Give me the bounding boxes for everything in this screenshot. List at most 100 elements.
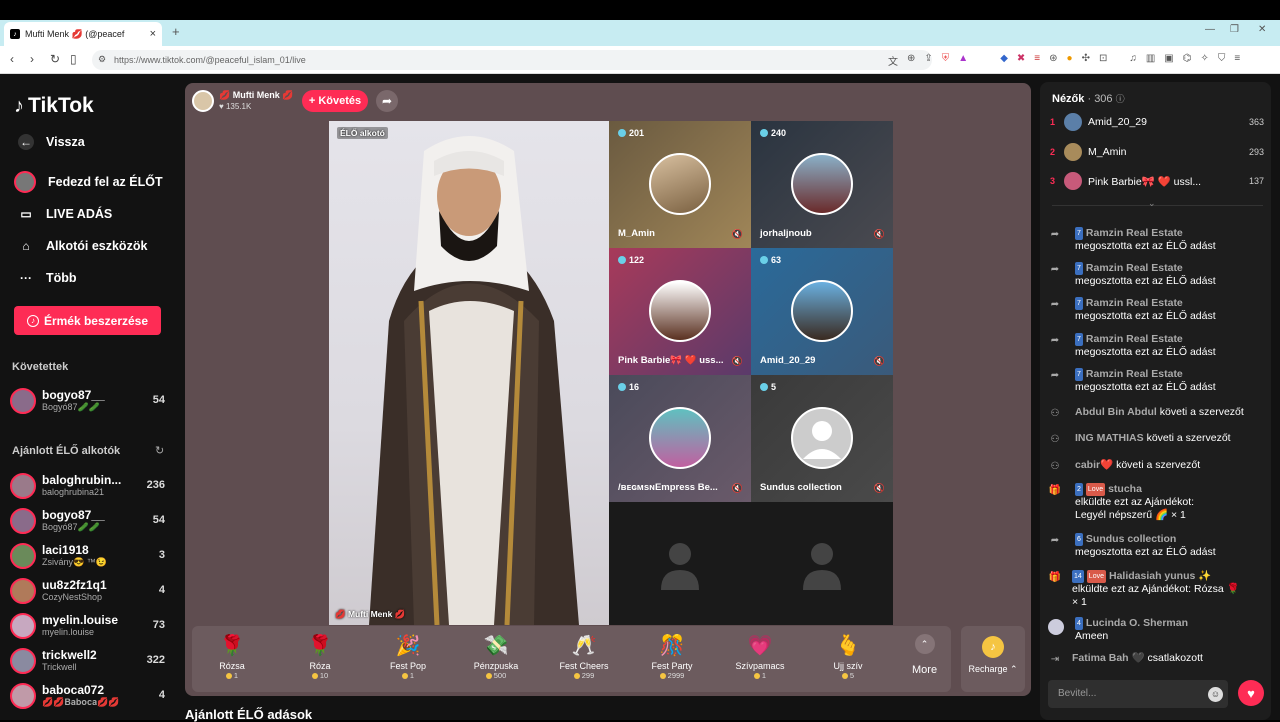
recommended-item[interactable]: laci1918 Zsivány😎 ™😉 3 [10, 541, 165, 571]
extension-b-icon[interactable]: ✖ [1017, 53, 1025, 68]
new-tab-button[interactable]: + [172, 24, 180, 39]
translate-icon[interactable]: 文 [888, 53, 898, 68]
rose-gift-icon: 🌹 [219, 635, 245, 657]
guest-tile[interactable]: 16 /ʙᴇɢᴍsɴEmpress Be... 🔇 [609, 375, 751, 502]
host-name[interactable]: 💋 Mufti Menk 💋 [219, 90, 293, 101]
follow-button[interactable]: + Követés [302, 90, 368, 112]
brave-shield-icon[interactable]: ⛨ [942, 53, 950, 68]
guest-tile[interactable]: 122 Pink Barbie🎀 ❤️ uss... 🔇 [609, 248, 751, 375]
emoji-icon[interactable]: ☺ [1208, 687, 1223, 702]
following-item[interactable]: bogyo87__ Bogyó87🥒🥒 54 [10, 386, 165, 416]
more-gifts-button[interactable]: ⌃ More [912, 634, 937, 676]
gift-item[interactable]: 🫰 Ujj szív 5 [808, 633, 888, 680]
chat-user[interactable]: Ramzin Real Estate [1086, 297, 1183, 309]
chat-user[interactable]: Fatima Bah 🖤 [1072, 652, 1145, 664]
viewers-header[interactable]: Nézők · 306 ⓘ [1052, 92, 1125, 105]
guest-tile[interactable]: 63 Amid_20_29 🔇 [751, 248, 893, 375]
guest-tile[interactable]: 5 Sundus collection 🔇 [751, 375, 893, 502]
rewards-icon[interactable]: ▲ [958, 53, 968, 68]
tiktok-logo[interactable]: ♪ TikTok [14, 94, 94, 118]
chat-user[interactable]: cabir❤️ [1075, 459, 1113, 471]
recommended-item[interactable]: baloghrubin... baloghrubina21 236 [10, 471, 165, 501]
host-video[interactable]: ÉLŐ alkotó 💋 Mufti Menk 💋 [329, 121, 609, 625]
gift-item[interactable]: 🎉 Fest Pop 1 [368, 633, 448, 680]
chat-user[interactable]: Lucinda O. Sherman [1086, 617, 1188, 629]
recharge-button[interactable]: ♪ Recharge ⌃ [961, 626, 1025, 692]
share-page-icon[interactable]: ⇪ [924, 53, 932, 68]
gift-item[interactable]: 💸 Pénzpuska 500 [456, 633, 536, 680]
extension-c-icon[interactable]: ≡ [1034, 53, 1040, 68]
url-field[interactable]: ⚙ https://www.tiktok.com/@peaceful_islam… [92, 50, 932, 70]
share-icon[interactable]: ➦ [376, 90, 398, 112]
guest-avatar [649, 153, 711, 215]
guest-tile[interactable]: 201 M_Amin 🔇 [609, 121, 751, 248]
empty-seat[interactable] [751, 502, 893, 625]
menu-icon[interactable]: ≡ [1234, 53, 1240, 68]
extension-e-icon[interactable]: ● [1067, 53, 1073, 68]
chat-user[interactable]: Ramzin Real Estate [1086, 333, 1183, 345]
nav-live[interactable]: ▭ LIVE ADÁS [18, 206, 112, 222]
get-coins-button[interactable]: ♪ Érmék beszerzése [14, 306, 161, 335]
heart-like-button[interactable]: ♥ [1238, 680, 1264, 706]
chat-user[interactable]: Halidasiah yunus ✨ [1109, 570, 1211, 582]
music-icon[interactable]: ♫ [1129, 53, 1137, 68]
maximize-icon[interactable]: ❐ [1230, 24, 1239, 35]
chat-user[interactable]: Ramzin Real Estate [1086, 227, 1183, 239]
nav-more[interactable]: ··· Több [18, 270, 77, 286]
more-dots-icon: ··· [20, 271, 32, 285]
sidebar-icon[interactable]: ▥ [1146, 53, 1155, 68]
shield-icon[interactable]: ⛉ [1218, 53, 1226, 68]
recommended-item[interactable]: myelin.louise myelin.louise 73 [10, 611, 165, 641]
chat-user[interactable]: stucha [1108, 483, 1142, 495]
chat-user[interactable]: Sundus collection [1086, 533, 1176, 545]
guest-tile[interactable]: 240 jorhaljnoub 🔇 [751, 121, 893, 248]
level-badge: 7 [1075, 333, 1083, 346]
chat-input[interactable]: Bevitel... [1048, 680, 1228, 708]
puzzle-icon[interactable]: ✣ [1082, 53, 1090, 68]
nav-back[interactable]: ← Vissza [18, 134, 85, 150]
empty-seat[interactable] [609, 502, 751, 625]
recommended-item[interactable]: uu8z2fz1q1 CozyNestShop 4 [10, 576, 165, 606]
host-header[interactable]: 💋 Mufti Menk 💋 ♥ 135.1K [192, 89, 293, 113]
viewer-dot-icon [760, 256, 768, 264]
gift-item[interactable]: 💗 Szívpamacs 1 [720, 633, 800, 680]
bookmark-icon[interactable]: ▯ [70, 52, 77, 66]
refresh-icon[interactable]: ↻ [155, 444, 164, 457]
reload-icon[interactable]: ↻ [50, 52, 60, 66]
leo-icon[interactable]: ✧ [1200, 53, 1208, 68]
zoom-icon[interactable]: ⊕ [907, 53, 915, 68]
chat-user[interactable]: ING MATHIAS [1075, 432, 1144, 444]
vpn-icon[interactable]: ⌬ [1183, 53, 1192, 68]
info-icon[interactable]: ⓘ [1116, 94, 1125, 104]
host-avatar[interactable] [192, 90, 214, 112]
chat-user[interactable]: Abdul Bin Abdul [1075, 406, 1157, 418]
expand-chevron-icon[interactable]: ⌄ [1148, 198, 1156, 209]
wallet-icon[interactable]: ▣ [1164, 53, 1173, 68]
forward-icon[interactable]: › [30, 52, 34, 66]
viewer-dot-icon [760, 129, 768, 137]
recommended-item[interactable]: bogyo87__ Bogyó87🥒🥒 54 [10, 506, 165, 536]
browser-tab[interactable]: ♪ Mufti Menk 💋 (@peacef × [4, 22, 162, 46]
close-tab-icon[interactable]: × [150, 28, 156, 40]
top-viewer-row[interactable]: 1 Amid_20_29 363 [1050, 112, 1264, 132]
gift-item[interactable]: 🌹 Róza 10 [280, 633, 360, 680]
nav-creator-tools[interactable]: ⌂ Alkotói eszközök [18, 238, 147, 254]
chat-user[interactable]: Ramzin Real Estate [1086, 368, 1183, 380]
nav-explore[interactable]: Fedezd fel az ÉLŐT [14, 171, 163, 193]
gift-price: 1 [233, 671, 239, 680]
screenshot-icon[interactable]: ⊡ [1099, 53, 1107, 68]
gift-item[interactable]: 🌹 Rózsa 1 [192, 633, 272, 680]
recommended-item[interactable]: baboca072 💋💋𝐁𝐚𝐛𝐨𝐜𝐚💋💋 4 [10, 681, 165, 711]
gift-item[interactable]: 🎊 Fest Party 2999 [632, 633, 712, 680]
back-icon[interactable]: ‹ [10, 52, 14, 66]
chat-user[interactable]: Ramzin Real Estate [1086, 262, 1183, 274]
gift-item[interactable]: 🥂 Fest Cheers 299 [544, 633, 624, 680]
site-info-icon[interactable]: ⚙ [98, 54, 106, 65]
top-viewer-row[interactable]: 2 M_Amin 293 [1050, 142, 1264, 162]
recommended-item[interactable]: trickwell2 Trickwell 322 [10, 646, 165, 676]
window-close-icon[interactable]: ✕ [1258, 24, 1266, 35]
top-viewer-row[interactable]: 3 Pink Barbie🎀 ❤️ ussl... 137 [1050, 171, 1264, 191]
minimize-icon[interactable]: — [1205, 24, 1215, 35]
extension-d-icon[interactable]: ⊛ [1049, 53, 1057, 68]
extension-a-icon[interactable]: ◆ [1000, 53, 1008, 68]
